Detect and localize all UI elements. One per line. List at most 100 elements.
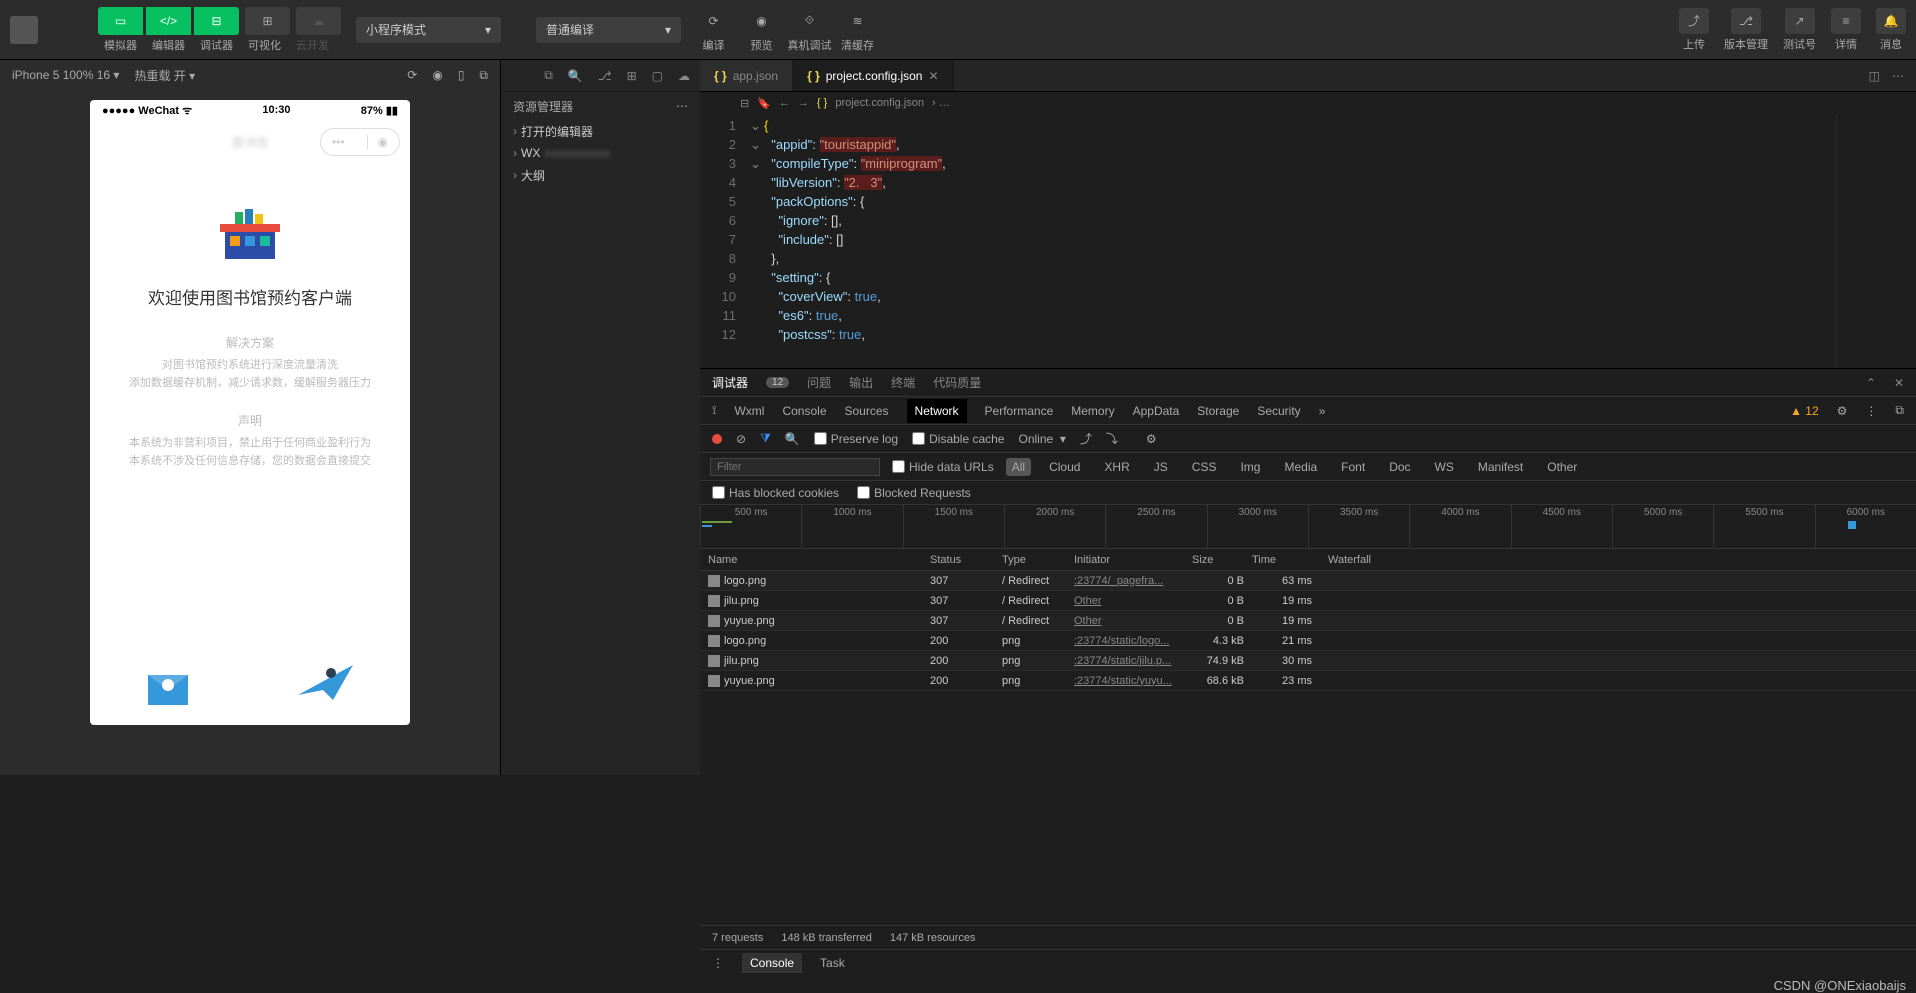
more-icon[interactable]: ⋯: [676, 99, 688, 113]
branch-icon[interactable]: ⎇: [598, 69, 612, 83]
drawer-task[interactable]: Task: [820, 956, 845, 970]
split-icon[interactable]: ◫: [1869, 69, 1880, 83]
inspect-icon[interactable]: ⟟: [712, 403, 716, 418]
explorer-section[interactable]: ›WXxxxxxxxxxxx: [501, 142, 700, 164]
download-icon[interactable]: ⤵: [1106, 430, 1118, 447]
clear-cache-button[interactable]: ≋: [835, 7, 880, 35]
breadcrumb[interactable]: project.config.json: [835, 97, 924, 109]
tab-appdata[interactable]: AppData: [1133, 404, 1180, 418]
col-type[interactable]: Type: [1002, 554, 1074, 566]
table-row[interactable]: jilu.png307/ RedirectOther0 B19 ms: [700, 591, 1916, 611]
more-tabs-icon[interactable]: »: [1319, 404, 1326, 418]
close-icon[interactable]: ✕: [1894, 376, 1904, 390]
more-icon[interactable]: ⋯: [1892, 69, 1904, 83]
throttle-dropdown[interactable]: Online ▾: [1018, 432, 1065, 446]
tab-terminal[interactable]: 终端: [891, 374, 915, 391]
record-button[interactable]: [712, 434, 722, 444]
blocked-requests-checkbox[interactable]: Blocked Requests: [857, 486, 971, 500]
tab-sources[interactable]: Sources: [845, 404, 889, 418]
table-row[interactable]: yuyue.png307/ RedirectOther0 B19 ms: [700, 611, 1916, 631]
tab-debugger[interactable]: 调试器: [712, 374, 748, 391]
hot-reload-toggle[interactable]: 热重载 开 ▾: [134, 67, 195, 84]
table-row[interactable]: logo.png200png:23774/static/logo...4.3 k…: [700, 631, 1916, 651]
upload-button[interactable]: ⤴: [1679, 8, 1709, 34]
filter-input[interactable]: [710, 458, 880, 476]
forward-icon[interactable]: →: [798, 97, 809, 109]
tab-memory[interactable]: Memory: [1071, 404, 1114, 418]
preserve-log-checkbox[interactable]: Preserve log: [814, 432, 898, 446]
files-icon[interactable]: ⧉: [544, 68, 553, 83]
bookmark-icon[interactable]: 🔖: [757, 97, 771, 110]
mode-dropdown[interactable]: 小程序模式▾: [356, 17, 501, 43]
filter-type[interactable]: Font: [1335, 458, 1371, 476]
device-icon[interactable]: ▯: [458, 68, 465, 82]
chevron-up-icon[interactable]: ⌃: [1866, 376, 1876, 390]
visualize-button[interactable]: ⊞: [245, 7, 290, 35]
box-icon[interactable]: ▢: [652, 69, 663, 83]
capsule-menu[interactable]: •••◉: [320, 128, 400, 156]
tab-app-json[interactable]: { }app.json: [700, 60, 793, 91]
upload-icon[interactable]: ⤴: [1080, 430, 1092, 447]
debugger-button[interactable]: ⊟: [194, 7, 239, 35]
filter-type[interactable]: Media: [1278, 458, 1323, 476]
filter-all[interactable]: All: [1006, 458, 1031, 476]
refresh-icon[interactable]: ⟳: [407, 68, 417, 82]
tab-wxml[interactable]: Wxml: [734, 404, 764, 418]
table-row[interactable]: yuyue.png200png:23774/static/yuyu...68.6…: [700, 671, 1916, 691]
blocked-cookies-checkbox[interactable]: Has blocked cookies: [712, 486, 839, 500]
details-button[interactable]: ≡: [1831, 8, 1861, 34]
tab-console[interactable]: Console: [782, 404, 826, 418]
tab-performance[interactable]: Performance: [985, 404, 1054, 418]
filter-type[interactable]: Cloud: [1043, 458, 1086, 476]
drawer-menu-icon[interactable]: ⋮: [712, 956, 724, 970]
col-time[interactable]: Time: [1252, 554, 1320, 566]
tab-project-config[interactable]: { }project.config.json✕: [793, 60, 953, 91]
tab-network[interactable]: Network: [907, 399, 967, 423]
disable-cache-checkbox[interactable]: Disable cache: [912, 432, 1004, 446]
grid-icon[interactable]: ⊞: [627, 69, 637, 83]
search-icon[interactable]: 🔍: [568, 69, 583, 83]
col-waterfall[interactable]: Waterfall: [1320, 554, 1916, 566]
clear-icon[interactable]: ⊘: [736, 432, 746, 446]
hide-urls-checkbox[interactable]: Hide data URLs: [892, 460, 994, 474]
tab-code-quality[interactable]: 代码质量: [933, 374, 981, 391]
filter-type[interactable]: Doc: [1383, 458, 1416, 476]
record-icon[interactable]: ◉: [432, 68, 442, 82]
simulator-button[interactable]: ▭: [98, 7, 143, 35]
device-selector[interactable]: iPhone 5 100% 16 ▾: [12, 68, 119, 82]
cloud-dev-button[interactable]: ☁: [296, 7, 341, 35]
device-debug-button[interactable]: ⟐: [787, 7, 832, 35]
preview-button[interactable]: ◉: [739, 7, 784, 35]
compile-button[interactable]: ⟳: [691, 7, 736, 35]
tab-output[interactable]: 输出: [849, 374, 873, 391]
drawer-console[interactable]: Console: [742, 953, 802, 973]
gear-icon[interactable]: ⚙: [1837, 404, 1848, 418]
warning-count[interactable]: ▲ 12: [1790, 404, 1819, 418]
compile-dropdown[interactable]: 普通编译▾: [536, 17, 681, 43]
version-button[interactable]: ⎇: [1731, 8, 1761, 34]
gear-icon[interactable]: ⚙: [1146, 432, 1157, 446]
filter-type[interactable]: JS: [1148, 458, 1174, 476]
filter-type[interactable]: Img: [1234, 458, 1266, 476]
cloud-icon[interactable]: ☁: [678, 69, 690, 83]
close-icon[interactable]: ✕: [928, 69, 938, 83]
filter-icon[interactable]: ⧩: [760, 431, 771, 446]
tab-security[interactable]: Security: [1257, 404, 1300, 418]
tab-storage[interactable]: Storage: [1197, 404, 1239, 418]
table-row[interactable]: logo.png307/ Redirect:23774/_pagefra...0…: [700, 571, 1916, 591]
table-row[interactable]: jilu.png200png:23774/static/jilu.p...74.…: [700, 651, 1916, 671]
kebab-icon[interactable]: ⋮: [1865, 404, 1877, 418]
filter-type[interactable]: XHR: [1098, 458, 1135, 476]
col-initiator[interactable]: Initiator: [1074, 554, 1192, 566]
filter-type[interactable]: CSS: [1186, 458, 1223, 476]
dock-icon[interactable]: ⧉: [1895, 403, 1904, 418]
col-size[interactable]: Size: [1192, 554, 1252, 566]
notifications-button[interactable]: 🔔: [1876, 8, 1906, 34]
col-name[interactable]: Name: [700, 554, 930, 566]
toggle-icon[interactable]: ⊟: [740, 97, 749, 110]
explorer-section[interactable]: ›打开的编辑器: [501, 120, 700, 142]
filter-type[interactable]: WS: [1429, 458, 1460, 476]
explorer-section[interactable]: ›大纲: [501, 164, 700, 186]
search-icon[interactable]: 🔍: [785, 432, 800, 446]
editor-button[interactable]: </>: [146, 7, 191, 35]
